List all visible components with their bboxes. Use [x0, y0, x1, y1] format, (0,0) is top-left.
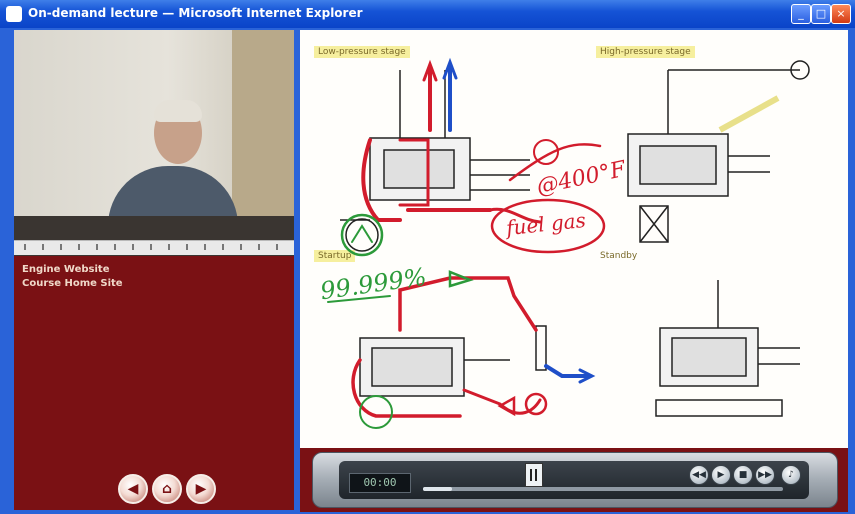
- lecture-slide: Low-pressure stage High-pressure stage S…: [300, 30, 848, 448]
- maximize-button[interactable]: □: [811, 4, 831, 24]
- info-panel: Engine Website Course Home Site ◀ ⌂ ▶: [14, 256, 294, 510]
- diagram-unit-3: [359, 325, 547, 397]
- seek-bar-fill: [423, 487, 452, 491]
- time-counter: 00:00: [349, 473, 411, 493]
- player-area: 00:00 ◀◀ ▶ ■ ▶▶ ♪: [300, 448, 848, 512]
- play-icon[interactable]: ▶: [711, 465, 731, 485]
- info-link-engine[interactable]: Engine Website: [22, 264, 109, 275]
- media-player: 00:00 ◀◀ ▶ ■ ▶▶ ♪: [312, 452, 838, 508]
- browser-content: Engine Website Course Home Site ◀ ⌂ ▶ Lo…: [0, 28, 855, 514]
- info-link-course[interactable]: Course Home Site: [22, 278, 123, 289]
- fast-forward-icon[interactable]: ▶▶: [755, 465, 775, 485]
- close-button[interactable]: ×: [831, 4, 851, 24]
- diagram-unit-2: [627, 60, 810, 243]
- video-door: [232, 30, 294, 240]
- previous-icon[interactable]: ◀: [118, 474, 148, 504]
- home-icon[interactable]: ⌂: [152, 474, 182, 504]
- lecture-video[interactable]: [14, 30, 294, 260]
- next-icon[interactable]: ▶: [186, 474, 216, 504]
- ie-app-icon: [6, 6, 22, 22]
- presenter-hair: [154, 100, 202, 122]
- video-timeline[interactable]: [14, 240, 294, 255]
- stop-icon[interactable]: ■: [733, 465, 753, 485]
- seek-bar[interactable]: [423, 487, 783, 491]
- diagram-unit-4: [655, 280, 800, 417]
- highlight-mark: [718, 95, 780, 133]
- slide-navigation: ◀ ⌂ ▶: [118, 474, 216, 504]
- rewind-icon[interactable]: ◀◀: [689, 465, 709, 485]
- minimize-button[interactable]: _: [791, 4, 811, 24]
- diagram-unit-1: [340, 70, 530, 252]
- slide-diagrams: [327, 57, 810, 429]
- player-display: 00:00 ◀◀ ▶ ■ ▶▶ ♪: [339, 461, 809, 499]
- window-title: On-demand lecture — Microsoft Internet E…: [28, 6, 363, 20]
- timeline-ticks: [24, 244, 284, 250]
- pause-button[interactable]: [525, 463, 543, 487]
- volume-icon[interactable]: ♪: [781, 465, 801, 485]
- window-title-bar[interactable]: On-demand lecture — Microsoft Internet E…: [0, 0, 855, 28]
